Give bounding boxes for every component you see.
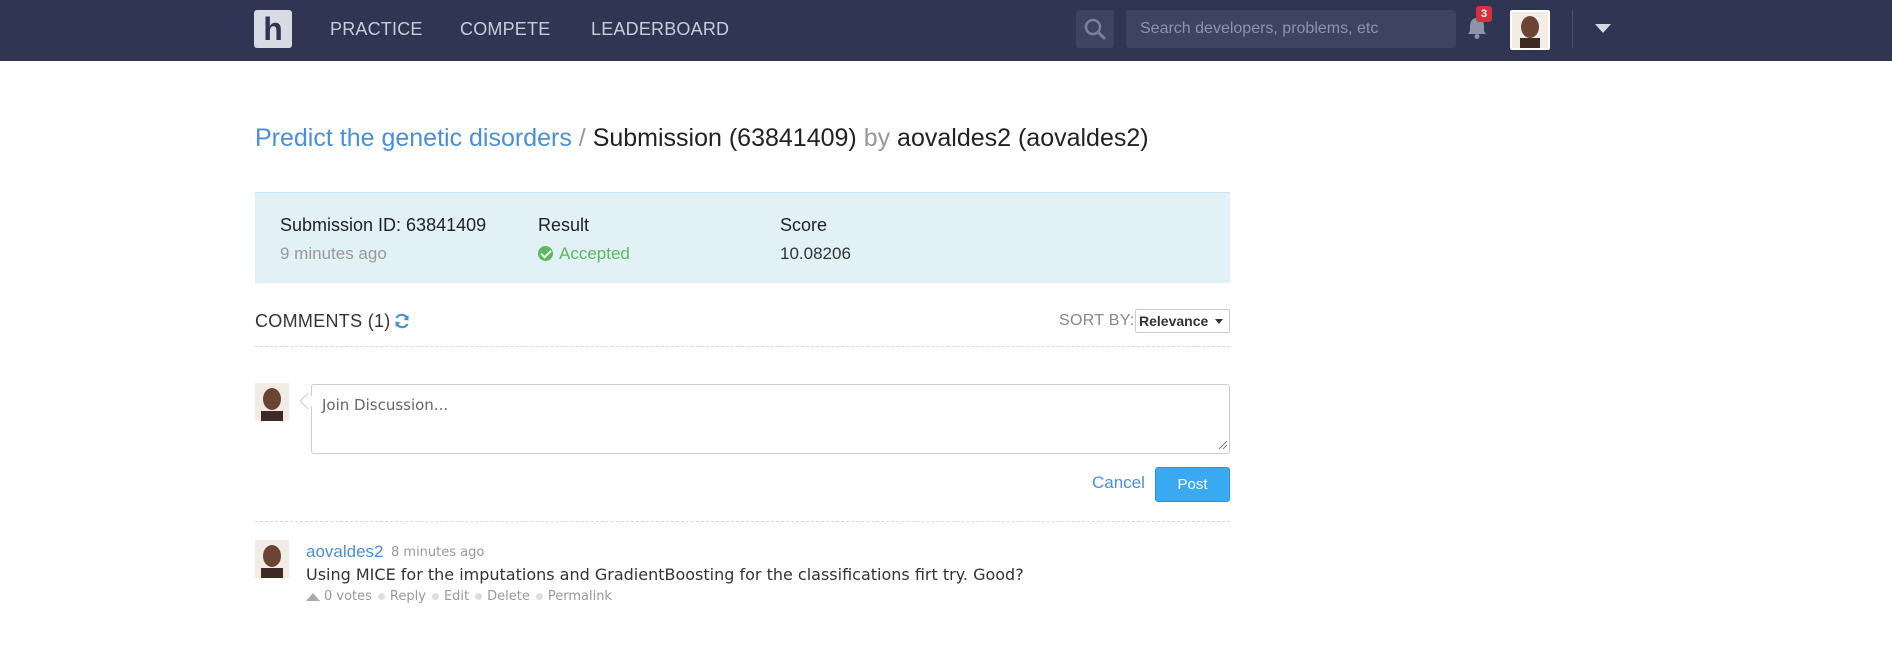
result-text: Accepted	[559, 244, 630, 263]
avatar-photo	[1512, 12, 1548, 48]
page-title-breadcrumb: Predict the genetic disorders / Submissi…	[255, 124, 1149, 153]
top-navbar: h PRACTICE COMPETE LEADERBOARD 3	[0, 0, 1892, 61]
upvote-icon[interactable]	[306, 592, 320, 601]
nav-practice[interactable]: PRACTICE	[330, 19, 423, 40]
vote-count: 0 votes	[324, 589, 372, 604]
search-input[interactable]	[1126, 10, 1456, 48]
score-label: Score	[780, 215, 828, 235]
comment-actions: 0 votes Reply Edit Delete Permalink	[306, 589, 612, 604]
separator-dot	[377, 593, 385, 600]
notification-badge[interactable]: 3	[1476, 6, 1492, 22]
score-value: 10.08206	[780, 244, 851, 263]
nav-compete[interactable]: COMPETE	[460, 19, 550, 40]
problem-link[interactable]: Predict the genetic disorders	[255, 124, 572, 152]
user-avatar[interactable]	[1510, 10, 1550, 50]
separator-dot	[475, 593, 483, 600]
by-text: by	[856, 124, 898, 152]
comment-time[interactable]: 8 minutes ago	[391, 545, 484, 560]
hackerearth-logo[interactable]: h	[254, 10, 292, 48]
sort-select[interactable]: Relevance	[1135, 309, 1230, 333]
result-label: Result	[538, 215, 590, 235]
avatar-photo	[255, 383, 289, 421]
submission-time: 9 minutes ago	[280, 244, 387, 263]
permalink-link[interactable]: Permalink	[548, 589, 612, 604]
comment-avatar[interactable]	[255, 540, 289, 578]
compose-avatar	[255, 383, 289, 421]
submission-info-panel: Submission ID: 63841409 9 minutes ago Re…	[255, 192, 1230, 283]
avatar-photo	[255, 540, 289, 578]
comment-author[interactable]: aovaldes2	[306, 542, 384, 562]
caret-down-icon	[1215, 319, 1223, 324]
submitter-name: aovaldes2 (aovaldes2)	[897, 124, 1149, 152]
chevron-down-icon[interactable]	[1595, 24, 1611, 33]
refresh-icon[interactable]	[393, 312, 411, 330]
resize-grip-icon[interactable]	[1218, 440, 1228, 450]
submission-title: Submission (63841409)	[592, 124, 857, 152]
comment-input[interactable]	[311, 384, 1230, 454]
sort-value: Relevance	[1139, 313, 1209, 329]
search-icon	[1084, 18, 1106, 40]
submission-id: Submission ID: 63841409	[280, 215, 487, 235]
result-value: Accepted	[538, 244, 630, 264]
cancel-button[interactable]: Cancel	[1092, 473, 1145, 493]
breadcrumb-separator: /	[571, 124, 593, 152]
nav-leaderboard[interactable]: LEADERBOARD	[591, 19, 729, 40]
comments-title: COMMENTS (1)	[255, 311, 391, 331]
reply-link[interactable]: Reply	[390, 589, 426, 604]
divider	[255, 346, 1230, 347]
separator-dot	[431, 593, 439, 600]
sort-by-label: SORT BY:	[1059, 312, 1135, 329]
divider	[255, 521, 1230, 522]
edit-link[interactable]: Edit	[444, 589, 469, 604]
post-button[interactable]: Post	[1155, 467, 1230, 502]
delete-link[interactable]: Delete	[487, 589, 530, 604]
check-circle-icon	[538, 246, 553, 261]
search-button[interactable]	[1076, 10, 1114, 48]
comment-body: Using MICE for the imputations and Gradi…	[306, 565, 1024, 584]
nav-divider	[1572, 10, 1573, 48]
separator-dot	[535, 593, 543, 600]
